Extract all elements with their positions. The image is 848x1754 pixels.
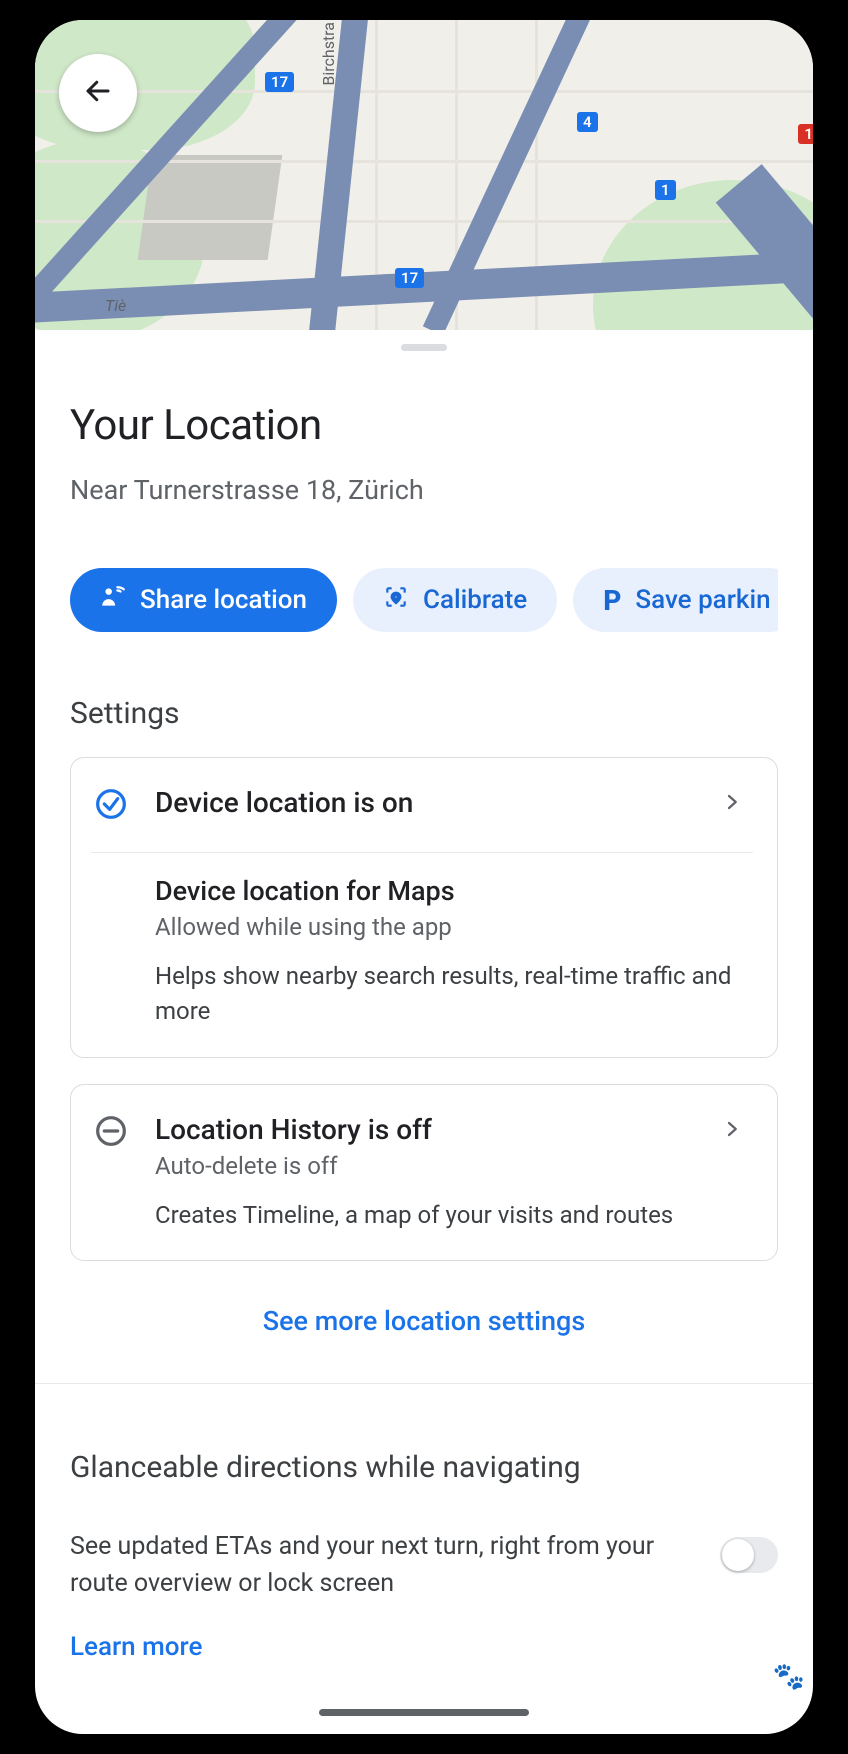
chevron-right-icon <box>723 1113 753 1147</box>
map-preview[interactable]: Birchstra Tiè 17 4 1 1 17 <box>35 20 813 330</box>
device-location-card: Device location is on Device location fo… <box>70 757 778 1058</box>
bottom-sheet: Your Location Near Turnerstrasse 18, Zür… <box>35 330 813 1662</box>
disabled-circle-icon <box>95 1115 127 1151</box>
paw-watermark-icon: 🐾 <box>773 1662 805 1692</box>
card-title: Location History is off <box>155 1113 699 1146</box>
chip-label: Calibrate <box>423 585 527 615</box>
card-title: Device location is on <box>155 786 699 819</box>
device-frame: Birchstra Tiè 17 4 1 1 17 Your Location … <box>35 20 813 1734</box>
parking-icon: P <box>603 584 621 617</box>
chip-label: Save parkin <box>635 585 770 615</box>
see-more-settings-link[interactable]: See more location settings <box>263 1305 586 1337</box>
device-location-for-maps-row[interactable]: Device location for Maps Allowed while u… <box>91 875 753 1029</box>
share-location-button[interactable]: Share location <box>70 568 337 632</box>
street-label: Tiè <box>105 296 126 315</box>
glanceable-toggle[interactable] <box>720 1537 778 1573</box>
settings-header: Settings <box>70 696 778 731</box>
navigation-bar-indicator[interactable] <box>319 1709 529 1716</box>
checkmark-circle-icon <box>95 788 127 824</box>
chip-label: Share location <box>140 585 307 615</box>
road-shield: 17 <box>395 268 424 288</box>
save-parking-button[interactable]: P Save parkin <box>573 568 778 632</box>
road-shield: 17 <box>265 72 294 92</box>
street-label: Birchstra <box>319 22 338 86</box>
learn-more-link[interactable]: Learn more <box>70 1632 202 1662</box>
road-shield: 1 <box>655 180 676 200</box>
back-button[interactable] <box>59 54 137 132</box>
glanceable-desc: See updated ETAs and your next turn, rig… <box>70 1529 700 1602</box>
drag-handle[interactable] <box>35 330 813 351</box>
road-shield: 4 <box>577 112 598 132</box>
card-desc: Creates Timeline, a map of your visits a… <box>155 1198 699 1233</box>
share-location-icon <box>100 584 126 617</box>
sub-status: Allowed while using the app <box>155 913 753 941</box>
calibrate-icon <box>383 584 409 617</box>
page-title: Your Location <box>70 401 778 450</box>
arrow-left-icon <box>83 76 113 110</box>
sub-title: Device location for Maps <box>155 875 753 907</box>
action-chips-row: Share location Calibrate P Save parkin <box>70 568 778 632</box>
sub-desc: Helps show nearby search results, real-t… <box>155 959 753 1029</box>
location-history-card[interactable]: Location History is off Auto-delete is o… <box>70 1084 778 1262</box>
card-status: Auto-delete is off <box>155 1152 699 1180</box>
calibrate-button[interactable]: Calibrate <box>353 568 557 632</box>
road-shield: 1 <box>798 124 813 144</box>
glanceable-title: Glanceable directions while navigating <box>70 1450 778 1485</box>
location-subtitle: Near Turnerstrasse 18, Zürich <box>70 474 778 506</box>
chevron-right-icon <box>723 786 753 820</box>
device-location-row[interactable]: Device location is on <box>91 786 753 824</box>
